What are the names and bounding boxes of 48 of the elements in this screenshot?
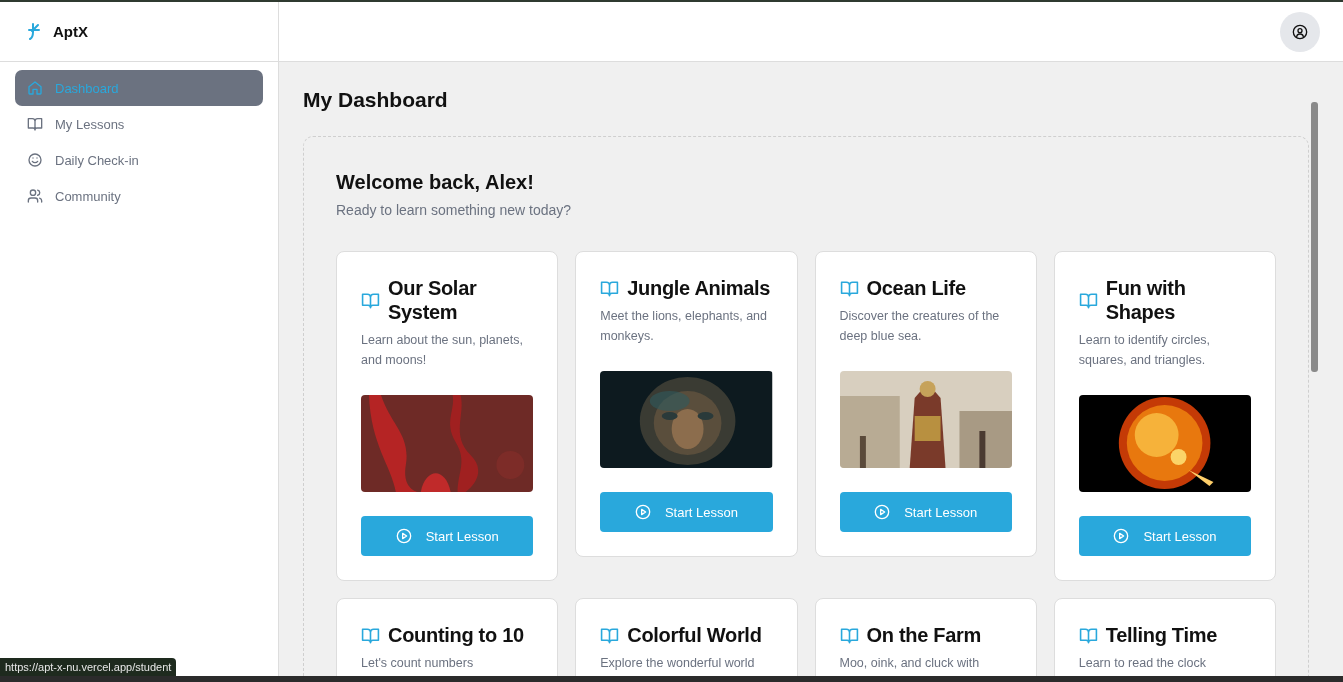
start-lesson-button[interactable]: Start Lesson (839, 492, 1012, 532)
sidebar-item[interactable]: My Lessons (15, 106, 263, 142)
book-icon (839, 625, 859, 645)
brand-name: AptX (53, 23, 88, 40)
play-icon (634, 504, 651, 520)
lesson-description: Learn to read the clock (1078, 655, 1207, 672)
lesson-description: Moo, oink, and cluck with (839, 655, 981, 672)
book-icon (600, 625, 620, 645)
home-icon (27, 80, 43, 96)
lesson-title: Fun with Shapes (1105, 276, 1187, 324)
book-icon (361, 290, 380, 310)
book-icon (361, 625, 380, 645)
lesson-description: Explore the wonderful world (600, 655, 756, 672)
lesson-description: Let's count numbers (361, 655, 475, 672)
link-status-tooltip: https://apt-x-nu.vercel.app/student (0, 658, 177, 676)
book-icon (1078, 625, 1098, 645)
lesson-title: Jungle Animals (627, 276, 771, 300)
lesson-description: Meet the lions, elephants, and monkeys. (600, 308, 769, 345)
page-title: My Dashboard (303, 88, 449, 112)
welcome-subtitle: Ready to learn something new today? (336, 202, 573, 218)
book-icon (839, 278, 859, 298)
logo-icon (27, 22, 41, 41)
lesson-title: Colorful World (627, 623, 762, 647)
play-icon (1113, 528, 1130, 544)
lesson-title: Our Solar System (388, 276, 478, 324)
book-icon (600, 278, 620, 298)
start-lesson-button[interactable]: Start Lesson (361, 516, 534, 556)
book-icon (27, 116, 43, 132)
lesson-title: Counting to 10 (388, 623, 524, 647)
profile-button[interactable] (1280, 11, 1320, 52)
lesson-title: On the Farm (866, 623, 981, 647)
user-icon (1292, 23, 1308, 40)
sidebar-item[interactable]: Dashboard (15, 70, 263, 106)
start-lesson-button[interactable]: Start Lesson (1078, 516, 1251, 556)
sidebar-item[interactable]: Daily Check-in (15, 142, 263, 178)
play-icon (874, 504, 891, 520)
start-lesson-button[interactable]: Start Lesson (600, 492, 773, 532)
welcome-title: Welcome back, Alex! (336, 171, 535, 194)
play-icon (395, 528, 412, 544)
lesson-description: Learn about the sun, planets, and moons! (361, 332, 524, 369)
sidebar-item[interactable]: Community (15, 178, 263, 214)
book-icon (1078, 290, 1098, 310)
lesson-description: Discover the creatures of the deep blue sea. (839, 308, 1001, 345)
smiley-icon (27, 152, 43, 168)
people-icon (27, 188, 43, 204)
lesson-title: Ocean Life (866, 276, 966, 300)
lesson-title: Telling Time (1105, 623, 1217, 647)
lesson-description: Learn to identify circles, squares, and triangles. (1078, 332, 1212, 369)
